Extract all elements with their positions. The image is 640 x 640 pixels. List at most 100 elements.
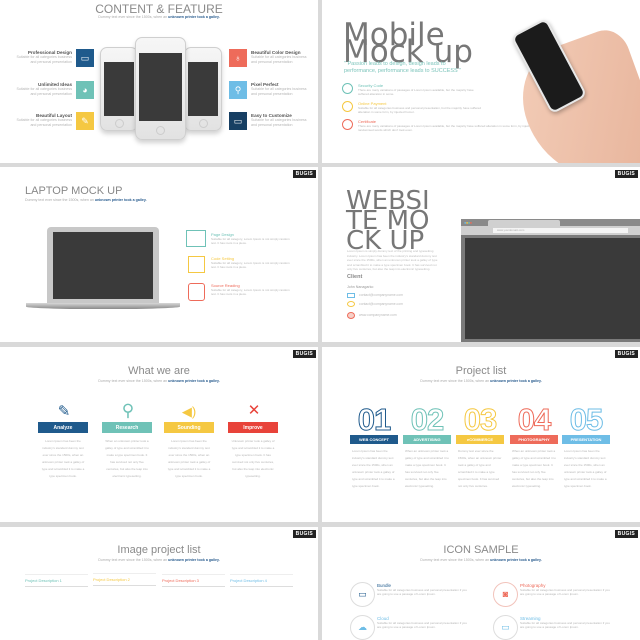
brand-badge: BUGIS	[614, 350, 638, 358]
mobile-quote: " Passion leads to design, design leads …	[344, 61, 462, 74]
project-description-4[interactable]: Project Description 4	[230, 574, 293, 587]
address-bar[interactable]: www.yourdomain.com	[493, 228, 628, 233]
search-icon: ⚲	[229, 81, 247, 99]
project-number: 03	[463, 402, 497, 438]
slide-website-mockup[interactable]: 15 BUGIS Lorem Ipsum is simply dummy tex…	[322, 167, 640, 342]
column-label-sounding: Sounding	[164, 422, 214, 433]
phone-left	[100, 47, 138, 131]
tools-icon: ✕	[247, 402, 261, 419]
project-number: 01	[357, 402, 391, 438]
column-text: Unknown printer took a galley of type an…	[231, 439, 275, 478]
project-text: Lorem Ipsum has been the industry's stan…	[352, 449, 395, 488]
browser-window: ●●●● www.yourdomain.com	[461, 219, 640, 342]
slide-icon-sample[interactable]: 19 BUGIS ICON SAMPLE Dummy text ever sin…	[322, 527, 640, 640]
sliders-icon	[188, 256, 205, 273]
slide-mobile-mockup[interactable]: Mobile Mock up " Passion leads to design…	[322, 0, 640, 163]
project-description-3[interactable]: Project Description 3	[162, 574, 225, 587]
brand-badge: BUGIS	[614, 530, 638, 538]
project-label: PRESENTATION	[562, 435, 610, 444]
slide-title: What we are	[128, 365, 190, 377]
project-text: Dummy text ever since the 1500s, when an…	[458, 449, 502, 488]
column-text: Lorem Ipsum has been the industry's stan…	[41, 439, 85, 478]
slide-title: Project list	[455, 365, 507, 377]
laptop-base	[26, 303, 180, 309]
chat-icon	[347, 301, 355, 307]
briefcase-icon: ▭	[76, 49, 94, 67]
slide-image-project-list[interactable]: 18 BUGIS Image project list Dummy text e…	[0, 527, 318, 640]
phone-right	[184, 47, 222, 131]
feature-left-1: Professional Design Suitable for all cate…	[16, 50, 72, 64]
slide-title: ICON SAMPLE	[443, 544, 519, 556]
project-description-2[interactable]: Project Description 2	[93, 573, 156, 586]
slide-subtitle: Dummy text ever since the 1500s, when an…	[420, 558, 542, 562]
column-label-improve: Improve	[228, 422, 278, 433]
icon-item-bundle: Bundle Suitable for all categories busine…	[377, 583, 467, 596]
brand-badge: BUGIS	[292, 350, 316, 358]
coin-icon	[342, 101, 353, 112]
brand-badge: BUGIS	[292, 530, 316, 538]
mobile-item-1: Security Code There are many variations o…	[358, 83, 474, 96]
feature-right-2: Pixel Perfect Suitable for all categories…	[251, 82, 307, 96]
reader-icon	[188, 283, 205, 301]
mobile-item-2: Online Payment Suitable for all categorie…	[358, 101, 482, 114]
slide-title: LAPTOP MOCK UP	[25, 185, 123, 197]
inbox-icon: ▭	[350, 582, 375, 607]
slide-project-list[interactable]: 17 BUGIS Project list Dummy text ever si…	[322, 347, 640, 522]
lock-icon	[342, 83, 353, 94]
picture-frame-icon	[186, 230, 206, 247]
project-label: PHOTOGRAPHY	[510, 435, 558, 444]
project-number: 05	[569, 402, 603, 438]
certificate-icon	[342, 119, 353, 130]
camera-icon: ◙	[493, 582, 518, 607]
slide-subtitle: Dummy text ever since the 1500s, when an…	[25, 198, 147, 202]
window-controls: ●●●●	[464, 220, 472, 225]
project-label: WEB CONCEPT	[350, 435, 398, 444]
slide-laptop-mockup[interactable]: 14 BUGIS LAPTOP MOCK UP Dummy text ever …	[0, 167, 318, 342]
cloud-icon: ☁	[350, 615, 375, 640]
project-text: Lorem Ipsum has been the industry's stan…	[564, 449, 607, 488]
slide-content-feature[interactable]: CONTENT & FEATURE Dummy text ever since …	[0, 0, 318, 163]
laptop-item-3: Source Reading Suitable for all category,…	[211, 283, 290, 296]
brand-badge: BUGIS	[614, 170, 638, 178]
slide-subtitle: Dummy text ever since the 1500s, when an…	[98, 379, 220, 383]
project-number: 04	[517, 402, 551, 438]
icon-item-streaming: Streaming Suitable for all categories bus…	[520, 616, 610, 629]
slide-what-we-are[interactable]: 16 BUGIS What we are Dummy text ever sin…	[0, 347, 318, 522]
browser-viewport	[465, 238, 640, 339]
column-label-research: Research	[102, 422, 152, 433]
speaker-icon: ◀)	[181, 404, 197, 419]
project-label: eCOMMERCE	[456, 435, 504, 444]
project-description-1[interactable]: Project Description 1	[25, 574, 88, 587]
brand-badge: BUGIS	[292, 170, 316, 178]
client-name: John Nanagarko	[347, 285, 374, 289]
notepad-icon: ✎	[57, 403, 71, 420]
globe-icon	[347, 312, 355, 319]
phone-center	[135, 37, 186, 140]
laptop-item-1: Page Design Suitable for all category, Lo…	[211, 232, 290, 245]
laptop-screen	[47, 227, 159, 303]
icon-item-photography: Photography Suitable for all categories b…	[520, 583, 610, 596]
feature-right-3: Easy to Customize Suitable for all catego…	[251, 113, 307, 127]
screen-icon: ▭	[493, 615, 518, 640]
contact-1[interactable]: contact@companyname.com	[359, 293, 403, 297]
slide-title: CONTENT & FEATURE	[95, 2, 223, 16]
icon-item-cloud: Cloud Suitable for all categories busines…	[377, 616, 467, 629]
project-number: 02	[410, 402, 444, 438]
contact-2[interactable]: contact@companyname.com	[359, 302, 403, 306]
column-text: Lorem Ipsum has been the industry's stan…	[167, 439, 211, 478]
slide-title: WEBSI TE MOCK UP	[346, 186, 430, 256]
feature-right-1: Beautiful Color Design Suitable for all c…	[251, 50, 307, 64]
bulb-icon: ♁	[229, 49, 247, 67]
contact-3[interactable]: www.companyname.com	[359, 313, 397, 317]
slide-title: Image project list	[117, 544, 201, 556]
head-icon: ◕	[76, 81, 94, 99]
slide-subtitle: Dummy text ever since the 1500s, when an…	[420, 379, 542, 383]
client-label: Client	[347, 274, 363, 280]
project-text: When an unknown printer took a galley of…	[405, 449, 449, 488]
feature-left-3: Beautiful Layout Suitable for all categor…	[16, 113, 72, 127]
magnifier-icon: ⚲	[121, 401, 135, 420]
project-label: ADVERTISING	[403, 435, 451, 444]
pencil-icon: ✎	[76, 112, 94, 130]
slide-subtitle: Dummy text ever since the 1500s, when an…	[98, 15, 220, 19]
mail-icon	[347, 293, 355, 298]
